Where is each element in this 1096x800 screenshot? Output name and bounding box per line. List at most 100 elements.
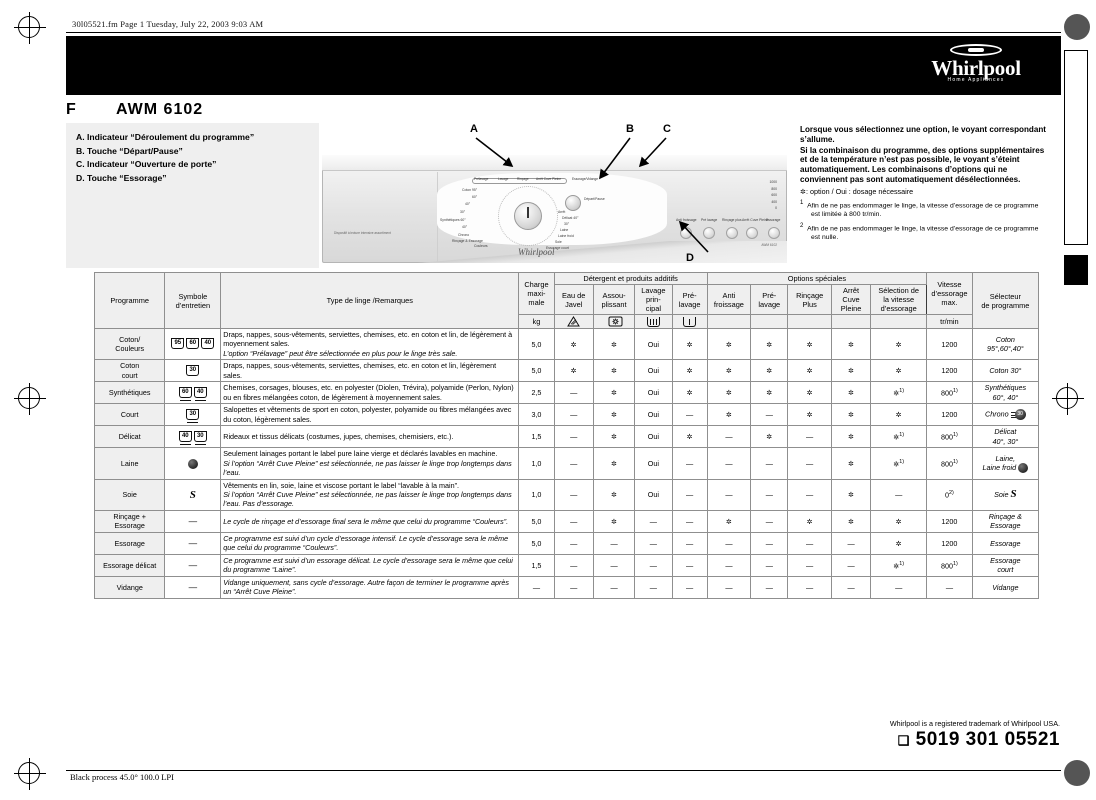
th-rincage-plus: Rinçage Plus <box>787 284 832 315</box>
option-mark: ✲ <box>848 516 855 526</box>
start-pause-button[interactable] <box>565 195 581 211</box>
th-anti-froissage: Anti froissage <box>706 284 752 315</box>
dash-mark: Oui <box>647 339 659 349</box>
dash-mark: — <box>610 582 618 592</box>
whirlpool-oval-icon <box>950 44 1002 56</box>
row-lavage-principal: Oui <box>634 327 673 361</box>
anti-froissage-button[interactable] <box>680 227 692 239</box>
dash-mark: Oui <box>647 388 659 398</box>
row-assouplissant: ✲ <box>592 403 636 427</box>
option-mark: ✲ <box>895 538 902 548</box>
dash-mark: — <box>765 560 773 570</box>
option-mark: ✲ <box>766 339 773 349</box>
chrono-icon: 30 <box>1010 409 1026 421</box>
row-anti-froissage: ✲ <box>706 509 752 534</box>
th-group-options: Options spéciales <box>706 272 928 285</box>
row-type-linge: Seulement lainages portant le label pure… <box>220 447 520 480</box>
option-mark: ✲ <box>806 410 813 420</box>
row-vitesse: 8001) <box>926 381 973 405</box>
row-prelavage-col: ✲ <box>671 327 708 361</box>
row-selecteur-label: Délicat 40°, 30° <box>992 427 1019 446</box>
option-mark: ✲ <box>848 410 855 420</box>
dash-mark: — <box>847 538 855 548</box>
option-mark: ✲ <box>611 516 618 526</box>
main-wash-bars-icon <box>646 316 660 327</box>
row-vitesse: 1200 <box>926 532 973 555</box>
row-lavage-principal: — <box>634 576 673 599</box>
option-mark: ✲ <box>848 490 855 500</box>
row-charge: 1,5 <box>518 425 555 449</box>
row-eau-javel: ✲ <box>553 359 594 383</box>
table-body: Coton/Couleurs 95 60 40 Draps, nappes, sous-… <box>93 327 1040 599</box>
row-anti-froissage: — <box>706 447 752 480</box>
legend-box: A. Indicateur “Déroulement du programme”… <box>66 123 319 268</box>
rincage-plus-button[interactable] <box>726 227 738 239</box>
arret-cuve-pleine-button[interactable] <box>746 227 758 239</box>
program-selector-knob[interactable] <box>514 202 542 230</box>
th-icon-eau-javel <box>553 314 594 329</box>
info-paragraph-1: Lorsque vous sélectionnez une option, le… <box>800 125 1046 144</box>
care-symbol-wash-60: 60 <box>186 338 200 350</box>
dial-label-laine-froid: Laine froid <box>558 234 574 238</box>
row-arret-cuve: ✲ <box>830 403 872 427</box>
dial-label-laine: Laine <box>560 228 569 232</box>
option-mark: ✲ <box>686 388 693 398</box>
row-selection-vitesse: ✲ <box>870 403 928 427</box>
row-description-italic: Le cycle de rinçage et d’essorage final … <box>223 516 509 526</box>
row-symbole: 95 60 40 <box>164 327 222 361</box>
row-prelavage-col: — <box>671 447 708 480</box>
progress-lamp-row: Prélavage Lavage Rinçage Arrêt Cuve Plei… <box>472 177 607 184</box>
machine-note-text: Dispositif à lecture intensive assortime… <box>334 231 391 235</box>
care-symbol-none: — <box>188 516 198 527</box>
spin-value-600: 600 <box>771 193 777 197</box>
row-selecteur: Essorage <box>971 532 1040 555</box>
dash-mark: — <box>570 538 578 548</box>
legend-item-c: C. Indicateur “Ouverture de porte” <box>76 159 217 169</box>
row-anti-froissage: — <box>706 532 752 555</box>
dash-mark: — <box>725 538 733 548</box>
option-mark: ✲ <box>806 388 813 398</box>
dial-label-coton: Coton 95° <box>462 188 478 192</box>
legend-item-d: D. Touche “Essorage” <box>76 172 167 183</box>
row-prelavage-opt: — <box>750 478 789 511</box>
essorage-label: Essorage <box>766 218 781 222</box>
dash-mark: — <box>806 560 814 570</box>
essorage-button[interactable] <box>768 227 780 239</box>
softener-flower-icon <box>608 316 623 327</box>
th-blank-selection <box>870 314 928 329</box>
row-programme: Rinçage + Essorage <box>93 509 166 534</box>
row-prelavage-opt: ✲ <box>750 327 789 361</box>
row-rincage-plus: — <box>787 553 832 578</box>
dash-mark: — <box>610 560 618 570</box>
option-mark: ✲ <box>895 516 902 526</box>
option-mark: ✲ <box>895 410 902 420</box>
row-charge: — <box>518 576 555 599</box>
row-description-italic: Si l’option “Arrêt Cuve Pleine” est séle… <box>223 458 512 478</box>
care-symbol-wash-30-bar: 30 <box>186 408 200 423</box>
row-vitesse: 1200 <box>926 509 973 534</box>
option-legend-line: ✲: option / Oui : dosage nécessaire <box>800 187 1046 196</box>
row-lavage-principal: Oui <box>634 425 673 449</box>
lamp-label-arret-cuve: Arrêt Cuve Pleine <box>536 177 561 181</box>
row-charge: 1,0 <box>518 447 555 480</box>
dial-label-30b: 30° <box>564 222 570 226</box>
dial-label-delicat: Délicat 40° <box>562 216 579 220</box>
dash-mark: — <box>686 538 694 548</box>
footnote-ref: 1) <box>953 560 958 567</box>
row-type-linge: Le cycle de rinçage et d’essorage final … <box>220 509 520 534</box>
callout-a: A <box>470 123 478 135</box>
footnote-ref: 2) <box>949 490 954 497</box>
prelavage-button[interactable] <box>703 227 715 239</box>
header-black-band: Whirlpool Home Appliances <box>66 36 1061 95</box>
option-mark: ✲ <box>848 432 855 442</box>
th-eau-de-javel: Eau de Javel <box>553 284 594 315</box>
row-prelavage-opt: — <box>750 447 789 480</box>
th-prelavage-opt: Pré-lavage <box>750 284 789 315</box>
footnote-ref: 1) <box>953 458 958 465</box>
machine-brand-logo: Whirlpool <box>518 247 555 257</box>
care-symbol-none: — <box>188 538 198 549</box>
row-selecteur-label: Vidange <box>992 582 1019 592</box>
language-code: F <box>66 101 76 118</box>
option-mark: ✲ <box>766 366 773 376</box>
row-programme: Délicat <box>93 425 166 449</box>
